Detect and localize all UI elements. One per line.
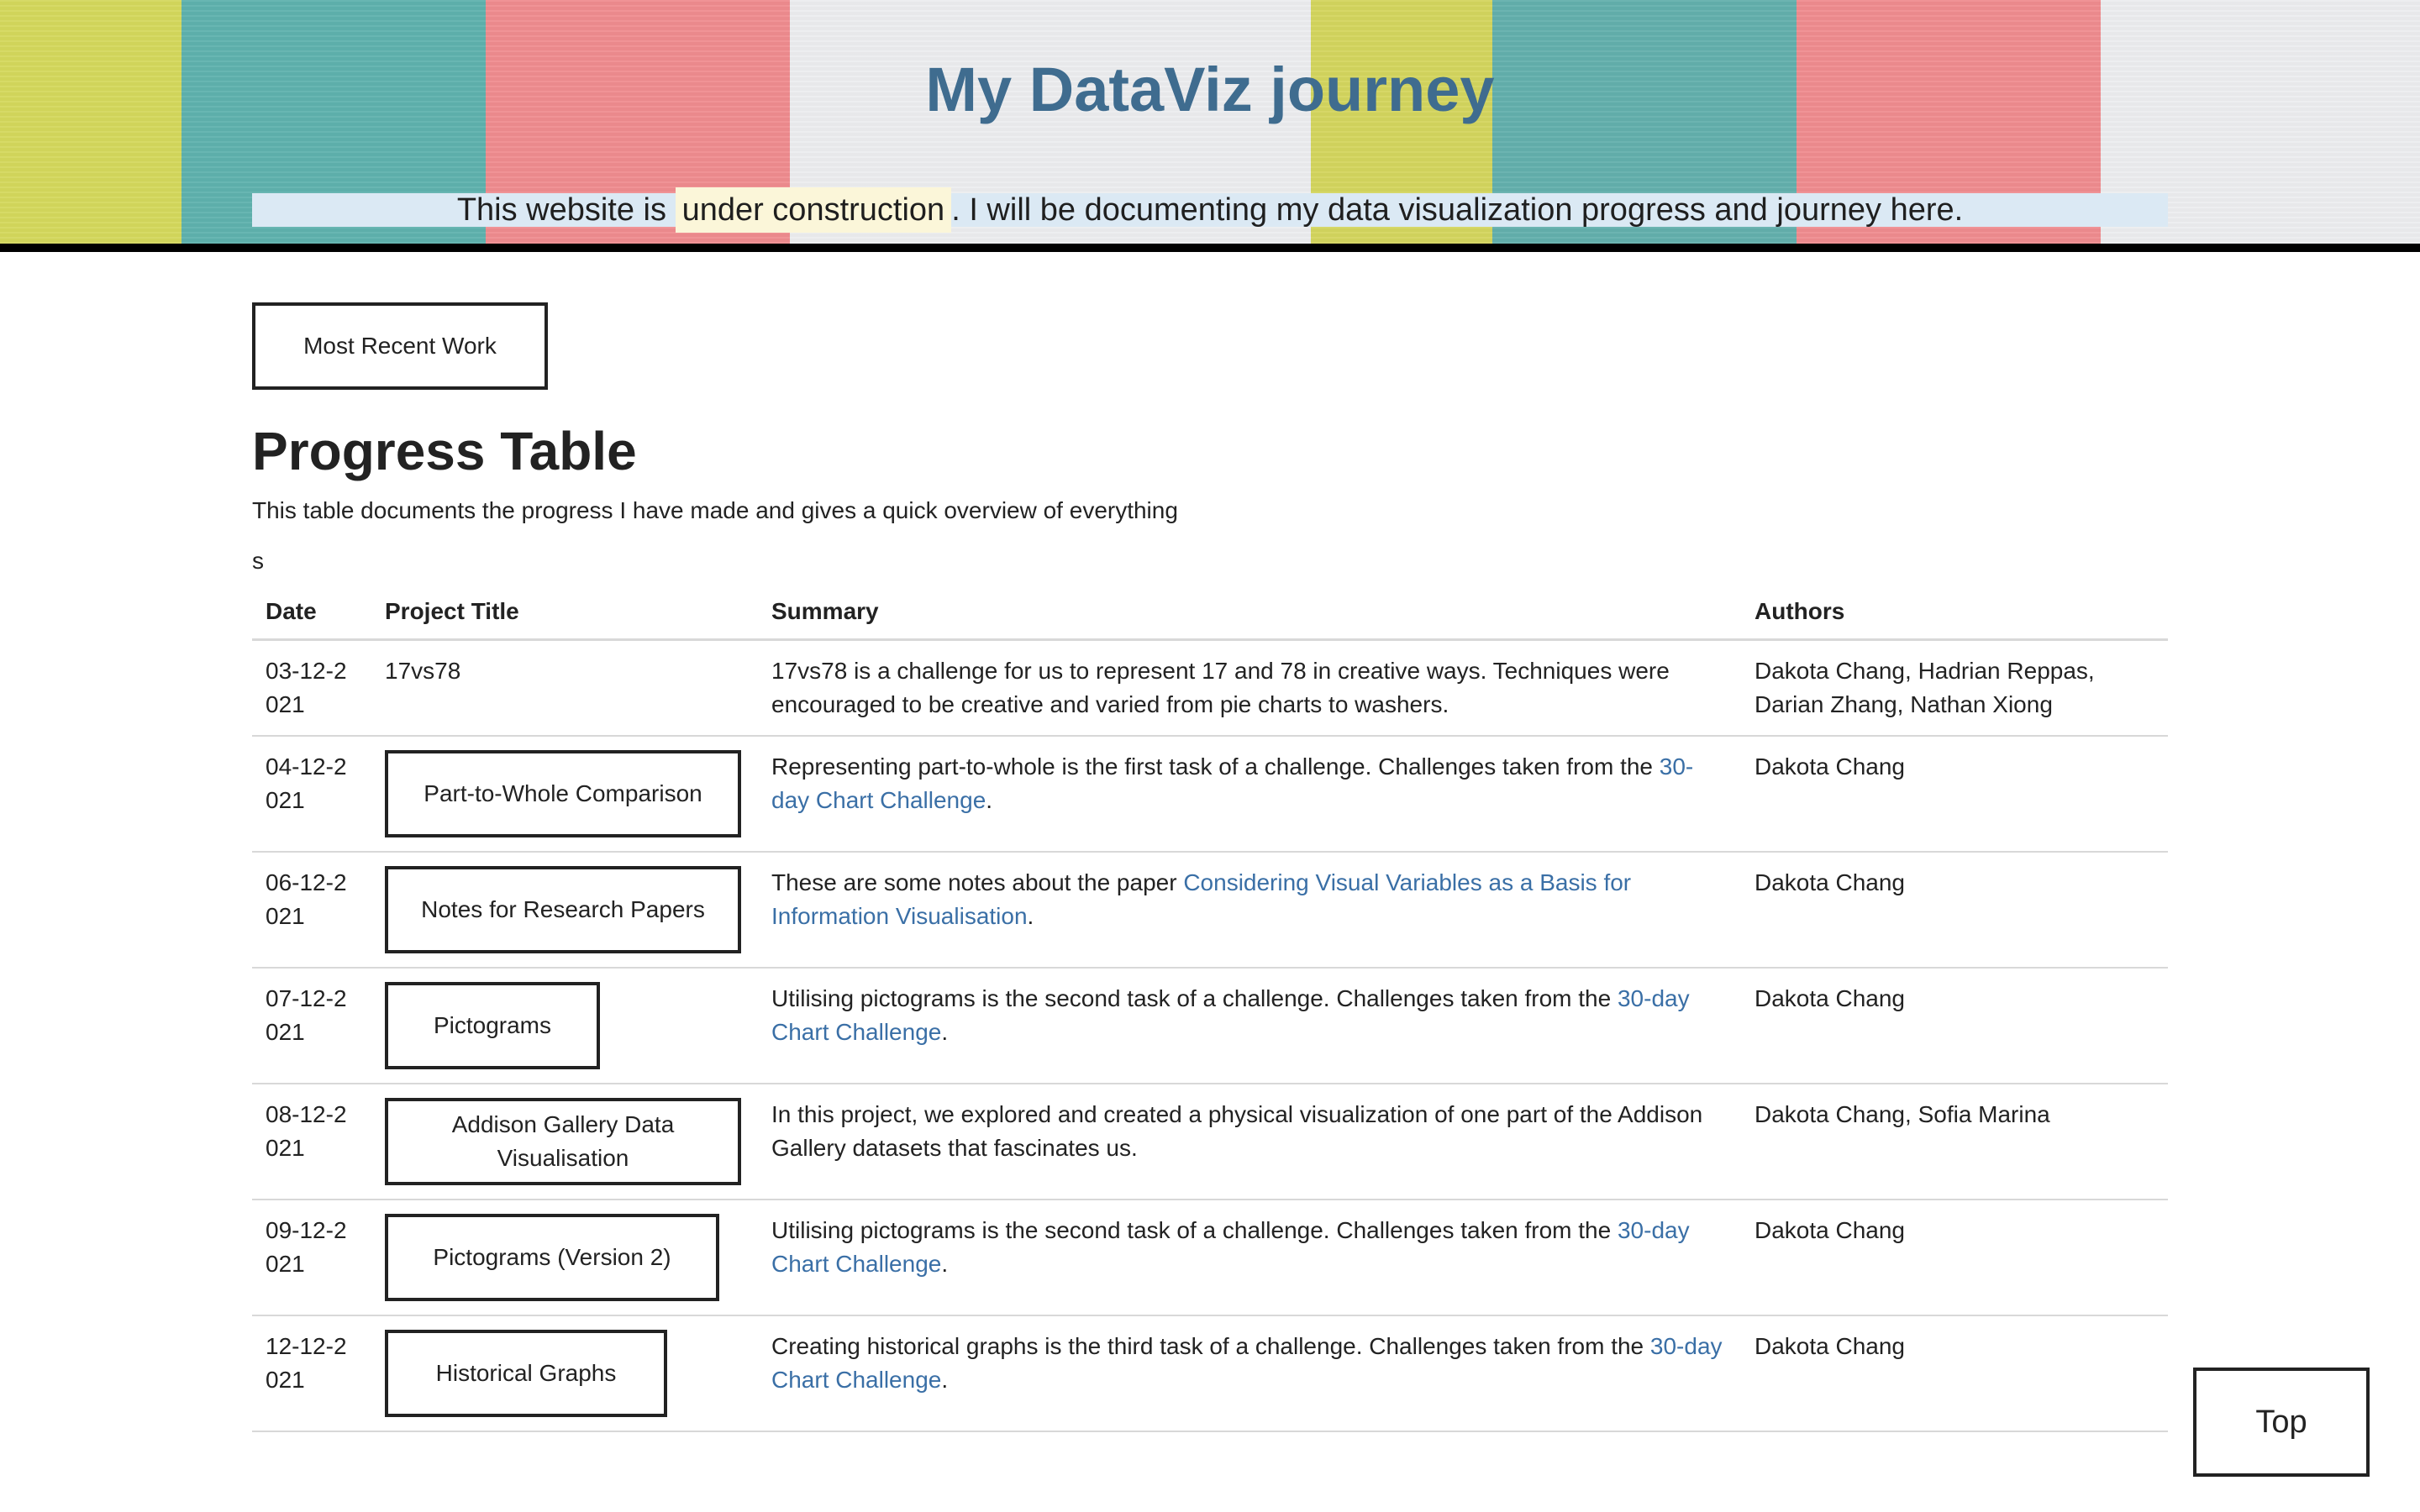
progress-table: Date Project Title Summary Authors 03-12… <box>252 585 2168 1432</box>
cell-summary: 17vs78 is a challenge for us to represen… <box>758 639 1741 737</box>
cell-summary: Creating historical graphs is the third … <box>758 1315 1741 1432</box>
progress-table-title: Progress Table <box>252 421 637 481</box>
summary-text: These are some notes about the paper <box>771 869 1184 895</box>
summary-text: Utilising pictograms is the second task … <box>771 985 1618 1011</box>
progress-table-description: This table documents the progress I have… <box>252 497 1178 523</box>
summary-text: Utilising pictograms is the second task … <box>771 1217 1618 1243</box>
cell-authors: Dakota Chang <box>1741 1315 2168 1432</box>
back-to-top-button[interactable]: Top <box>2193 1368 2370 1477</box>
project-button[interactable]: Pictograms (Version 2) <box>385 1214 719 1301</box>
cell-project-title: Pictograms (Version 2) <box>371 1200 758 1316</box>
summary-end: . <box>941 1019 949 1045</box>
table-row: 04-12-2021 Part-to-Whole Comparison Repres… <box>252 736 2168 853</box>
project-button[interactable]: Notes for Research Papers <box>385 866 741 953</box>
cell-authors: Dakota Chang <box>1741 1200 2168 1316</box>
stray-text: s <box>252 548 264 574</box>
cell-summary: Utilising pictograms is the second task … <box>758 1200 1741 1316</box>
summary-end: . <box>941 1251 949 1277</box>
header-authors: Authors <box>1741 585 2168 641</box>
cell-date: 03-12-2021 <box>252 639 371 737</box>
notice-highlight: under construction <box>675 187 952 233</box>
table-row: 06-12-2021 Notes for Research Papers These… <box>252 852 2168 969</box>
cell-summary: These are some notes about the paper Con… <box>758 852 1741 969</box>
project-title-text: 17vs78 <box>385 658 461 684</box>
cell-project-title: Historical Graphs <box>371 1315 758 1432</box>
summary-text: 17vs78 is a challenge for us to represen… <box>771 658 1670 717</box>
project-button[interactable]: Part-to-Whole Comparison <box>385 750 741 837</box>
cell-project-title: Notes for Research Papers <box>371 852 758 969</box>
cell-authors: Dakota Chang, Hadrian Reppas, Darian Zha… <box>1741 639 2168 737</box>
table-row: 08-12-2021 Addison Gallery Data Visualisa… <box>252 1084 2168 1200</box>
cell-date: 04-12-2021 <box>252 736 371 853</box>
header-date: Date <box>252 585 371 641</box>
summary-text: Representing part-to-whole is the first … <box>771 753 1660 780</box>
summary-text: In this project, we explored and created… <box>771 1101 1703 1161</box>
cell-date: 08-12-2021 <box>252 1084 371 1200</box>
table-row: 12-12-2021 Historical Graphs Creating hist… <box>252 1315 2168 1432</box>
cell-summary: Utilising pictograms is the second task … <box>758 968 1741 1084</box>
cell-project-title: 17vs78 <box>371 639 758 737</box>
cell-project-title: Part-to-Whole Comparison <box>371 736 758 853</box>
cell-summary: Representing part-to-whole is the first … <box>758 736 1741 853</box>
cell-date: 06-12-2021 <box>252 852 371 969</box>
summary-text: Creating historical graphs is the third … <box>771 1333 1650 1359</box>
notice-text-start: This website is <box>456 192 676 228</box>
most-recent-work-button[interactable]: Most Recent Work <box>252 302 548 390</box>
cell-date: 09-12-2021 <box>252 1200 371 1316</box>
notice-text-end: . I will be documenting my data visualiz… <box>951 192 1964 228</box>
header-summary: Summary <box>758 585 1741 641</box>
project-button[interactable]: Historical Graphs <box>385 1330 667 1417</box>
cell-authors: Dakota Chang <box>1741 968 2168 1084</box>
table-row: 03-12-2021 17vs78 17vs78 is a challenge fo… <box>252 639 2168 737</box>
cell-summary: In this project, we explored and created… <box>758 1084 1741 1200</box>
cell-date: 12-12-2021 <box>252 1315 371 1432</box>
cell-authors: Dakota Chang <box>1741 736 2168 853</box>
table-header-row: Date Project Title Summary Authors <box>252 585 2168 641</box>
cell-authors: Dakota Chang, Sofia Marina <box>1741 1084 2168 1200</box>
project-button[interactable]: Pictograms <box>385 982 600 1069</box>
summary-end: . <box>1027 903 1034 929</box>
cell-project-title: Addison Gallery Data Visualisation <box>371 1084 758 1200</box>
project-button[interactable]: Addison Gallery Data Visualisation <box>385 1098 741 1185</box>
cell-project-title: Pictograms <box>371 968 758 1084</box>
summary-end: . <box>941 1367 949 1393</box>
header-project-title: Project Title <box>371 585 758 641</box>
table-row: 09-12-2021 Pictograms (Version 2) Utilisin… <box>252 1200 2168 1316</box>
hero-banner: My DataViz journey This website is under… <box>0 0 2420 252</box>
site-title: My DataViz journey <box>925 55 1495 124</box>
cell-date: 07-12-2021 <box>252 968 371 1084</box>
construction-notice: This website is under construction. I wi… <box>252 187 2168 233</box>
table-body: 03-12-2021 17vs78 17vs78 is a challenge fo… <box>252 639 2168 1432</box>
cell-authors: Dakota Chang <box>1741 852 2168 969</box>
summary-end: . <box>986 787 993 813</box>
table-row: 07-12-2021 Pictograms Utilising pictograms… <box>252 968 2168 1084</box>
